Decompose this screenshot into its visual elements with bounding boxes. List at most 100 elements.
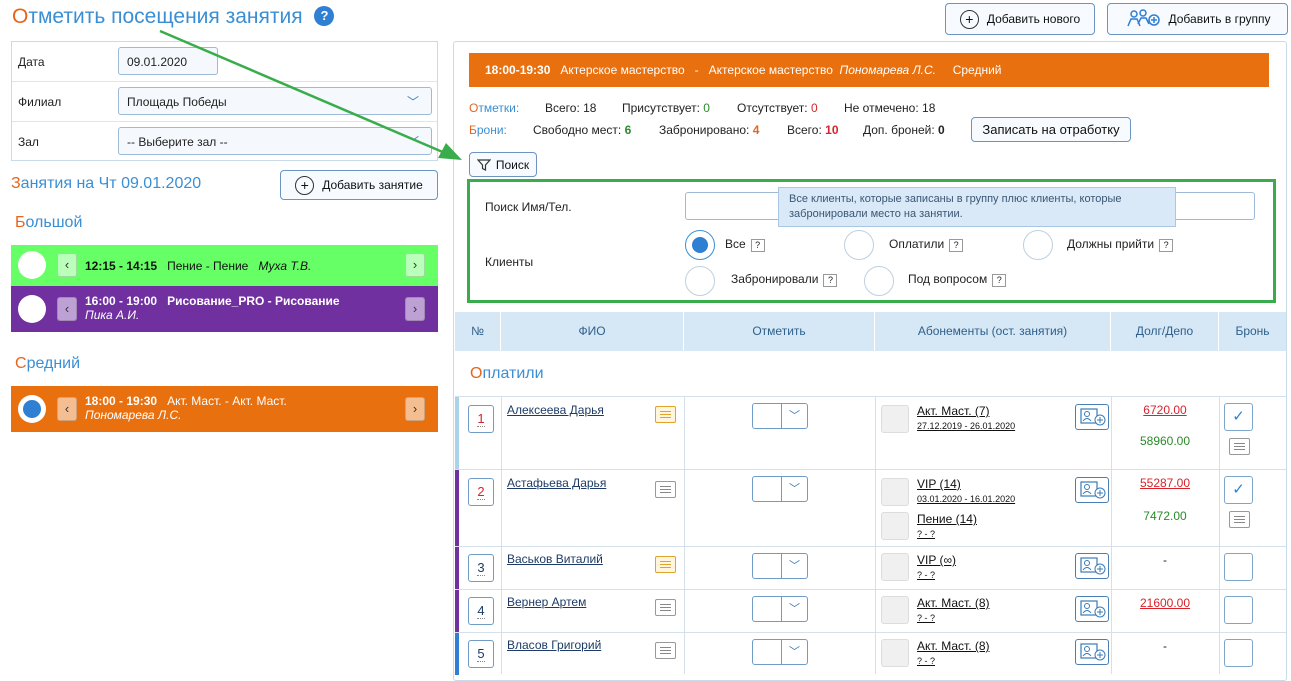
- radio-all[interactable]: [685, 230, 715, 260]
- page-title: Отметить посещения занятия ?: [12, 5, 335, 29]
- mark-select[interactable]: ﹀: [752, 553, 808, 579]
- client-name-link[interactable]: Власов Григорий: [507, 638, 601, 652]
- comment-icon[interactable]: [655, 642, 676, 659]
- debt-value[interactable]: 6720.00: [1111, 403, 1219, 417]
- col-mark: Отметить: [684, 312, 875, 351]
- row-number[interactable]: 5: [468, 640, 494, 668]
- subscription-dates: ? - ?: [917, 613, 936, 623]
- row-number[interactable]: 1: [468, 405, 494, 433]
- help-icon[interactable]: ?: [750, 239, 765, 252]
- comment-icon[interactable]: [655, 481, 676, 498]
- lesson-radio[interactable]: [18, 395, 46, 423]
- chevron-left-icon[interactable]: ‹: [57, 397, 77, 421]
- help-icon[interactable]: ?: [823, 274, 838, 287]
- branch-select[interactable]: Площадь Победы ﹀: [118, 87, 432, 115]
- group-title-middle: Средний: [15, 355, 81, 372]
- radio-paid[interactable]: [844, 230, 874, 260]
- booking-checkbox[interactable]: [1224, 596, 1253, 624]
- lesson-radio[interactable]: [18, 295, 46, 323]
- help-icon[interactable]: ?: [949, 239, 964, 252]
- subscription-dates: 27.12.2019 - 26.01.2020: [917, 421, 1016, 431]
- search-toggle-button[interactable]: Поиск: [469, 152, 537, 177]
- help-icon[interactable]: ?: [1159, 239, 1174, 252]
- booking-checkbox[interactable]: [1224, 553, 1253, 581]
- row-number[interactable]: 3: [468, 554, 494, 582]
- subscription-checkbox[interactable]: [881, 512, 909, 540]
- subscription-link[interactable]: VIP (∞): [917, 553, 956, 567]
- debt-value: -: [1163, 639, 1167, 653]
- plus-circle-icon: +: [959, 9, 979, 29]
- add-to-group-button[interactable]: Добавить в группу: [1107, 3, 1288, 35]
- subscription-checkbox[interactable]: [881, 405, 909, 433]
- col-debt: Долг/Депо: [1111, 312, 1219, 351]
- booking-total: Всего: 10: [787, 123, 839, 137]
- client-name-link[interactable]: Васьков Виталий: [507, 552, 603, 566]
- booking-checkbox[interactable]: [1224, 639, 1253, 667]
- help-icon[interactable]: ?: [314, 6, 335, 26]
- mark-select[interactable]: ﹀: [752, 639, 808, 665]
- chevron-left-icon[interactable]: ‹: [57, 297, 77, 321]
- booking-checkbox[interactable]: ✓: [1224, 403, 1253, 431]
- chevron-right-icon[interactable]: ›: [405, 397, 425, 421]
- radio-should-come[interactable]: [1023, 230, 1053, 260]
- client-name-link[interactable]: Вернер Артем: [507, 595, 586, 609]
- comment-icon[interactable]: [655, 599, 676, 616]
- subscription-link[interactable]: Акт. Маст. (7): [917, 404, 990, 418]
- chevron-right-icon[interactable]: ›: [405, 297, 425, 321]
- hall-select[interactable]: -- Выберите зал -- ﹀: [118, 127, 432, 155]
- radio-booked[interactable]: [685, 266, 715, 296]
- marks-unmarked: Не отмечено: 18: [844, 101, 936, 115]
- add-subscription-icon[interactable]: [1075, 477, 1109, 503]
- comment-icon[interactable]: [655, 556, 676, 573]
- makeup-button[interactable]: Записать на отработку: [971, 117, 1131, 142]
- date-field[interactable]: 09.01.2020: [118, 47, 218, 75]
- table-row: 4 Вернер Артем ﹀ Акт. Маст. (8) ? - ? 21…: [455, 589, 1286, 632]
- add-subscription-icon[interactable]: [1075, 404, 1109, 430]
- debt-value[interactable]: 21600.00: [1111, 596, 1219, 610]
- lesson-radio[interactable]: [18, 251, 46, 279]
- row-number[interactable]: 4: [468, 597, 494, 625]
- subscription-link[interactable]: Пение (14): [917, 512, 977, 526]
- chevron-down-icon: ﹀: [789, 483, 800, 495]
- add-subscription-icon[interactable]: [1075, 639, 1109, 665]
- chevron-down-icon: ﹀: [789, 603, 800, 615]
- subscription-checkbox[interactable]: [881, 553, 909, 581]
- subscription-link[interactable]: Акт. Маст. (8): [917, 639, 990, 653]
- mark-select[interactable]: ﹀: [752, 596, 808, 622]
- col-name: ФИО: [501, 312, 684, 351]
- add-lesson-button[interactable]: + Добавить занятие: [280, 170, 438, 200]
- row-number[interactable]: 2: [468, 478, 494, 506]
- add-new-button[interactable]: + Добавить нового: [945, 3, 1095, 35]
- add-subscription-icon[interactable]: [1075, 596, 1109, 622]
- lesson-item[interactable]: ‹ 16:00 - 19:00 Рисование_PRO - Рисовани…: [11, 286, 438, 332]
- lesson-banner: 18:00-19:30 Актерское мастерство - Актер…: [469, 53, 1269, 87]
- help-icon[interactable]: ?: [992, 274, 1007, 287]
- subscription-checkbox[interactable]: [881, 596, 909, 624]
- comment-icon[interactable]: [1229, 438, 1250, 455]
- lesson-item-selected[interactable]: ‹ 18:00 - 19:30 Акт. Маст. - Акт. Маст. …: [11, 386, 438, 432]
- subscription-link[interactable]: Акт. Маст. (8): [917, 596, 990, 610]
- mark-select[interactable]: ﹀: [752, 476, 808, 502]
- debt-value[interactable]: 55287.00: [1111, 476, 1219, 490]
- comment-icon[interactable]: [1229, 511, 1250, 528]
- date-label: Дата: [18, 55, 45, 69]
- mark-select[interactable]: ﹀: [752, 403, 808, 429]
- chevron-left-icon[interactable]: ‹: [57, 253, 77, 277]
- table-row: 2 Астафьева Дарья ﹀ VIP (14) 03.01.2020 …: [455, 469, 1286, 546]
- subscription-dates: ? - ?: [917, 570, 936, 580]
- client-name-link[interactable]: Алексеева Дарья: [507, 403, 604, 417]
- comment-icon[interactable]: [655, 406, 676, 423]
- table-row: 1 Алексеева Дарья ﹀ Акт. Маст. (7) 27.12…: [455, 396, 1286, 469]
- radio-in-question[interactable]: [864, 266, 894, 296]
- filter-form: Дата 09.01.2020 Филиал Площадь Победы ﹀ З…: [11, 41, 438, 161]
- col-booking: Бронь: [1235, 324, 1270, 338]
- add-subscription-icon[interactable]: [1075, 553, 1109, 579]
- subscription-checkbox[interactable]: [881, 478, 909, 506]
- lesson-item[interactable]: ‹ 12:15 - 14:15 Пение - Пение Муха Т.В. …: [11, 245, 438, 286]
- subscription-checkbox[interactable]: [881, 639, 909, 667]
- client-name-link[interactable]: Астафьева Дарья: [507, 476, 606, 490]
- subscription-link[interactable]: VIP (14): [917, 477, 961, 491]
- booking-checkbox[interactable]: ✓: [1224, 476, 1253, 504]
- chevron-right-icon[interactable]: ›: [405, 253, 425, 277]
- chevron-down-icon: ﹀: [789, 560, 800, 572]
